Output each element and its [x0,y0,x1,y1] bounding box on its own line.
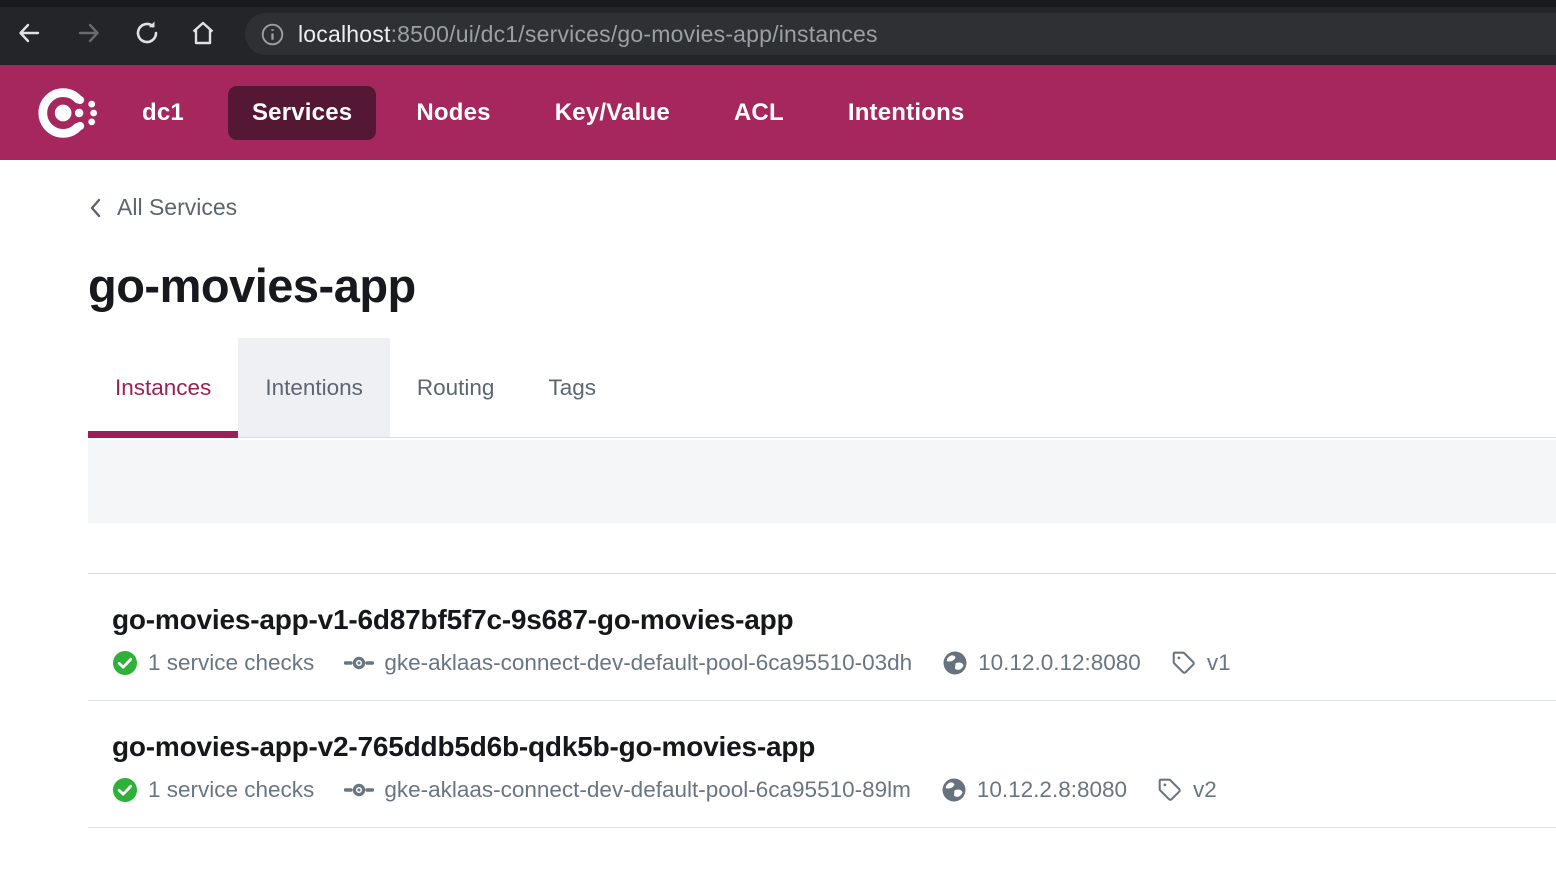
instance-name[interactable]: go-movies-app-v2-765ddb5d6b-qdk5b-go-mov… [112,731,1556,763]
node-commit-icon [344,778,374,802]
site-info-icon[interactable] [260,22,285,47]
node-info: gke-aklaas-connect-dev-default-pool-6ca9… [344,650,912,676]
tab-tags[interactable]: Tags [521,338,623,437]
browser-reload-button[interactable] [130,18,164,52]
datacenter-selector[interactable]: dc1 [142,99,184,127]
breadcrumb-all-services[interactable]: All Services [88,194,237,221]
tag-icon [1157,777,1183,803]
consul-logo-icon[interactable] [36,82,98,144]
tag-icon [1171,650,1197,676]
tab-instances[interactable]: Instances [88,338,238,437]
node-name: gke-aklaas-connect-dev-default-pool-6ca9… [384,650,912,676]
consul-masthead: dc1 Services Nodes Key/Value ACL Intenti… [0,65,1556,160]
instances-toolbar [88,440,1556,523]
nav-item-key-value[interactable]: Key/Value [531,86,694,140]
nav-item-acl[interactable]: ACL [710,86,808,140]
tab-routing[interactable]: Routing [390,338,522,437]
instance-list: go-movies-app-v1-6d87bf5f7c-9s687-go-mov… [88,573,1556,828]
globe-icon [942,650,968,676]
tag-info: v2 [1157,777,1217,803]
reload-icon [133,19,161,52]
nav-item-nodes[interactable]: Nodes [392,86,514,140]
checks-label: 1 service checks [148,777,314,803]
instance-address: 10.12.2.8:8080 [977,777,1127,803]
globe-icon [941,777,967,803]
url-bar[interactable]: localhost:8500/ui/dc1/services/go-movies… [245,13,1556,55]
url-hostname: localhost [298,21,391,48]
address-info: 10.12.2.8:8080 [941,777,1127,803]
tag-value: v1 [1207,650,1231,676]
page-title: go-movies-app [88,259,1556,313]
check-circle-icon [112,777,138,803]
masthead-nav: Services Nodes Key/Value ACL Intentions [212,86,989,140]
instance-row[interactable]: go-movies-app-v2-765ddb5d6b-qdk5b-go-mov… [88,701,1556,828]
home-icon [189,19,217,52]
node-commit-icon [344,651,374,675]
tag-info: v1 [1171,650,1231,676]
node-info: gke-aklaas-connect-dev-default-pool-6ca9… [344,777,911,803]
address-info: 10.12.0.12:8080 [942,650,1141,676]
checks-label: 1 service checks [148,650,314,676]
browser-back-button[interactable] [12,18,46,52]
chevron-left-icon [88,196,103,220]
service-detail-page: All Services go-movies-app Instances Int… [88,194,1556,828]
nav-item-intentions[interactable]: Intentions [824,86,989,140]
forward-arrow-icon [75,19,103,52]
tab-intentions[interactable]: Intentions [238,338,390,437]
browser-forward-button[interactable] [72,18,106,52]
breadcrumb-label: All Services [117,194,237,221]
browser-home-button[interactable] [186,18,220,52]
nav-item-services[interactable]: Services [228,86,376,140]
check-circle-icon [112,650,138,676]
browser-toolbar: localhost:8500/ui/dc1/services/go-movies… [0,0,1556,65]
instance-address: 10.12.0.12:8080 [978,650,1141,676]
health-checks: 1 service checks [112,650,314,676]
node-name: gke-aklaas-connect-dev-default-pool-6ca9… [384,777,911,803]
tab-bar: Instances Intentions Routing Tags [88,338,1556,438]
instance-row[interactable]: go-movies-app-v1-6d87bf5f7c-9s687-go-mov… [88,574,1556,701]
tag-value: v2 [1193,777,1217,803]
url-path: :8500/ui/dc1/services/go-movies-app/inst… [391,21,878,48]
instance-meta: 1 service checks gke-aklaas-connect-dev-… [112,777,1556,803]
health-checks: 1 service checks [112,777,314,803]
instance-meta: 1 service checks gke-aklaas-connect-dev-… [112,650,1556,676]
back-arrow-icon [15,19,43,52]
instance-name[interactable]: go-movies-app-v1-6d87bf5f7c-9s687-go-mov… [112,604,1556,636]
